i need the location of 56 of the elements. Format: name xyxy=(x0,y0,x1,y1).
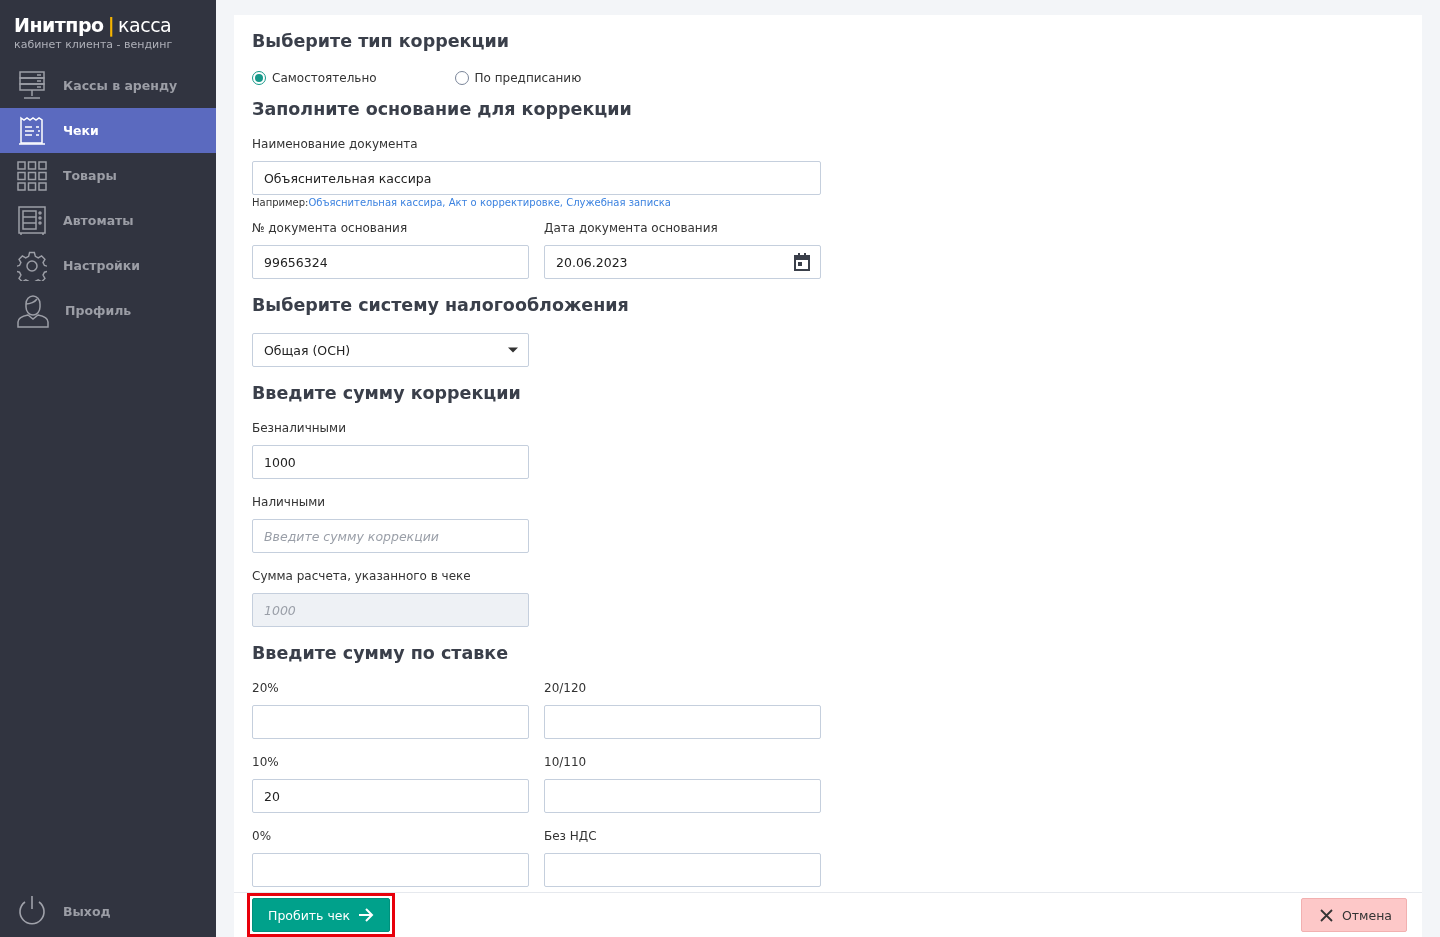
field-label: Наименование документа xyxy=(252,137,419,153)
sidebar-item[interactable]: Кассы в аренду xyxy=(0,63,216,108)
radio-option[interactable]: По предписанию xyxy=(454,71,582,85)
input-field[interactable]: Введите сумму коррекции xyxy=(252,519,529,553)
sidebar-item[interactable]: Автоматы xyxy=(0,198,216,243)
field-label: № документа основания xyxy=(252,221,409,237)
brand-subtitle: кабинет клиента - вендинг xyxy=(13,37,174,51)
arrow-right-icon xyxy=(359,908,375,922)
field-hint: Например:Объяснительная кассира, Акт о корректировке, Служебная записка xyxy=(252,197,672,208)
close-icon xyxy=(1319,908,1333,922)
field-label: 20/120 xyxy=(544,681,588,697)
example-link[interactable]: Объяснительная кассира, Акт о корректировке, Служебная записка xyxy=(308,197,671,208)
sidebar-item[interactable]: Чеки xyxy=(0,108,216,153)
section-heading: Введите сумму по ставке xyxy=(252,643,510,663)
field-label: 10/110 xyxy=(544,755,588,771)
input-field[interactable]: Объяснительная кассира xyxy=(252,161,821,195)
select-field[interactable]: Общая (ОСН) xyxy=(252,333,529,367)
field-label: 20% xyxy=(252,681,280,697)
sidebar-item[interactable]: Товары xyxy=(0,153,216,198)
section-heading: Выберите тип коррекции xyxy=(252,31,510,51)
field-label: Безналичными xyxy=(252,421,347,437)
input-field[interactable] xyxy=(544,779,821,813)
date-field[interactable]: 20.06.2023 xyxy=(544,245,821,279)
field-label: Без НДС xyxy=(544,829,598,845)
brand-product: касса xyxy=(118,14,172,36)
section-heading: Выберите систему налогообложения xyxy=(252,295,630,315)
input-field[interactable]: 20 xyxy=(252,779,529,813)
field-label: Наличными xyxy=(252,495,327,511)
field-label: Сумма расчета, указанного в чеке xyxy=(252,569,472,585)
grid-icon xyxy=(17,160,47,191)
power-icon xyxy=(17,895,47,927)
input-field[interactable]: 1000 xyxy=(252,445,529,479)
section-heading: Заполните основание для коррекции xyxy=(252,99,633,119)
logout-item[interactable]: Выход xyxy=(0,891,216,937)
sidebar-item[interactable]: Профиль xyxy=(0,288,216,333)
vending-machine-icon xyxy=(17,205,47,236)
calendar-icon[interactable] xyxy=(794,253,810,271)
caret-icon xyxy=(508,347,518,353)
input-field[interactable] xyxy=(544,705,821,739)
field-label: 10% xyxy=(252,755,280,771)
input-field[interactable] xyxy=(252,853,529,887)
cancel-button[interactable]: Отмена xyxy=(1300,898,1407,932)
field-label: 0% xyxy=(252,829,273,845)
receipt-icon xyxy=(17,115,47,146)
section-heading: Введите сумму коррекции xyxy=(252,383,522,403)
field-label: Дата документа основания xyxy=(544,221,719,237)
brand-name: Инитпро xyxy=(14,14,104,36)
input-field[interactable]: 99656324 xyxy=(252,245,529,279)
settings-icon xyxy=(17,250,47,281)
person-icon xyxy=(17,293,49,328)
input-field[interactable] xyxy=(252,705,529,739)
radio-option[interactable]: Самостоятельно xyxy=(252,71,377,85)
brand-separator: | xyxy=(107,14,115,36)
input-field[interactable] xyxy=(544,853,821,887)
server-icon xyxy=(17,70,47,101)
sidebar-item[interactable]: Настройки xyxy=(0,243,216,288)
